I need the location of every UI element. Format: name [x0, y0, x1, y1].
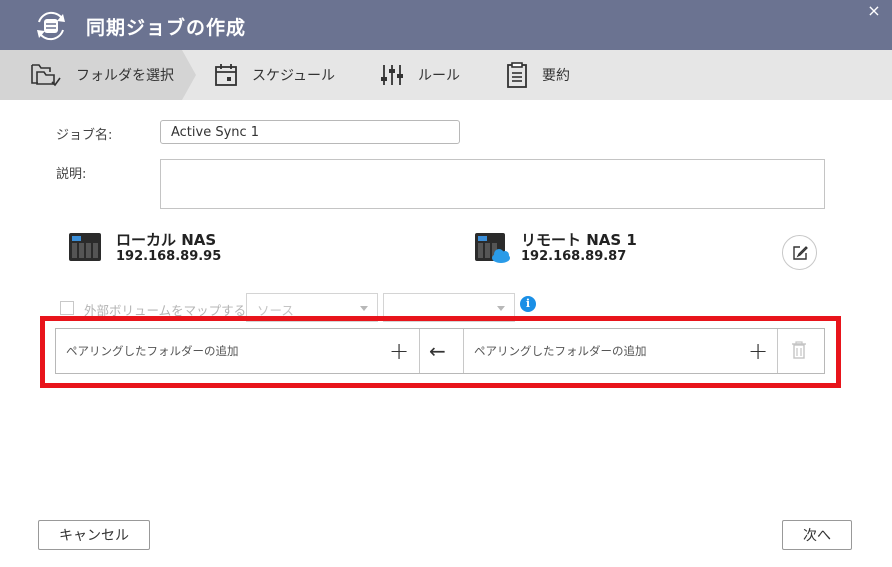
local-nas-icon — [69, 233, 101, 261]
job-name-input[interactable]: Active Sync 1 — [160, 120, 460, 144]
description-textarea[interactable] — [160, 159, 825, 209]
map-volume-checkbox[interactable] — [60, 301, 74, 315]
step-rules[interactable]: ルール — [380, 50, 460, 100]
step-folder-select[interactable]: フォルダを選択 — [30, 50, 174, 100]
folder-select-icon — [31, 64, 61, 87]
step-schedule[interactable]: スケジュール — [214, 50, 335, 100]
sliders-icon — [381, 65, 403, 85]
step-summary[interactable]: 要約 — [506, 50, 570, 100]
divider — [463, 329, 464, 373]
cancel-button[interactable]: キャンセル — [38, 520, 150, 550]
divider — [777, 329, 778, 373]
remote-nas-name: リモート NAS 1 — [521, 231, 637, 249]
left-folder-placeholder: ペアリングしたフォルダーの追加 — [66, 344, 239, 358]
chevron-down-icon — [497, 306, 505, 311]
folder-pair-row: ペアリングしたフォルダーの追加 + ← ペアリングしたフォルダーの追加 + — [55, 328, 825, 374]
remote-nas-ip: 192.168.89.87 — [521, 249, 627, 264]
add-left-folder-icon[interactable]: + — [389, 339, 409, 363]
window-title: 同期ジョブの作成 — [86, 17, 247, 39]
sync-direction-arrow[interactable]: ← — [429, 339, 446, 363]
job-name-label: ジョブ名: — [56, 128, 113, 143]
step-label: ルール — [418, 68, 460, 84]
trash-icon[interactable] — [791, 341, 807, 359]
step-label: フォルダを選択 — [76, 68, 174, 84]
title-bar: 同期ジョブの作成 × — [0, 0, 892, 50]
chevron-down-icon — [360, 306, 368, 311]
calendar-icon — [215, 64, 237, 86]
next-button[interactable]: 次へ — [782, 520, 852, 550]
edit-remote-nas-button[interactable] — [782, 235, 817, 270]
right-folder-placeholder: ペアリングしたフォルダーの追加 — [474, 344, 647, 358]
local-nas-name: ローカル NAS — [116, 231, 217, 249]
right-folder-field[interactable]: ペアリングしたフォルダーの追加 — [474, 329, 754, 373]
info-icon[interactable]: i — [520, 296, 536, 312]
sync-job-icon — [37, 11, 65, 41]
step-bar: フォルダを選択 スケジュール ルール 要約 — [0, 50, 892, 100]
left-folder-field[interactable]: ペアリングしたフォルダーの追加 — [66, 329, 406, 373]
edit-icon — [792, 245, 808, 260]
description-label: 説明: — [56, 167, 87, 182]
add-right-folder-icon[interactable]: + — [748, 339, 768, 363]
close-button[interactable]: × — [866, 3, 882, 19]
remote-nas-icon — [475, 233, 510, 263]
step-label: スケジュール — [252, 68, 336, 84]
divider — [419, 329, 420, 373]
local-nas-ip: 192.168.89.95 — [116, 249, 222, 264]
step-label: 要約 — [542, 68, 570, 84]
clipboard-icon — [507, 62, 527, 88]
